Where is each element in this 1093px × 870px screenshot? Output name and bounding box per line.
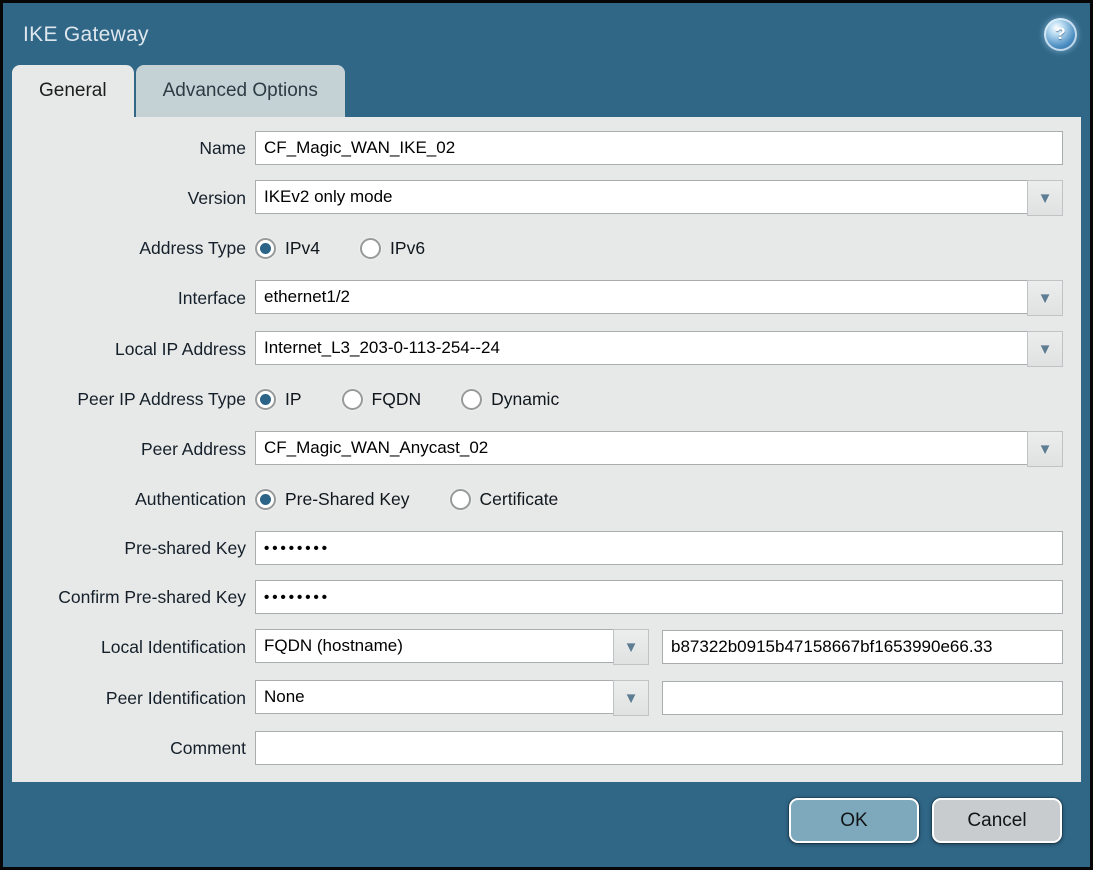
pre-shared-key-row: Pre-shared Key	[12, 531, 1063, 565]
name-label: Name	[12, 138, 246, 159]
interface-input[interactable]	[255, 280, 1028, 314]
version-input[interactable]	[255, 180, 1028, 214]
dialog-title: IKE Gateway	[23, 21, 149, 47]
ike-gateway-dialog: IKE Gateway ? General Advanced Options N…	[0, 0, 1093, 870]
comment-input[interactable]	[255, 731, 1063, 765]
radio-certificate-label: Certificate	[480, 489, 559, 510]
radio-ipv6-circle	[360, 238, 381, 259]
interface-label: Interface	[12, 288, 246, 309]
general-tab-panel: Name Version ▼ Address Type	[12, 117, 1081, 782]
radio-ipv6-label: IPv6	[390, 238, 425, 259]
peer-address-row: Peer Address ▼	[12, 431, 1063, 467]
local-ip-address-row: Local IP Address ▼	[12, 331, 1063, 367]
authentication-radio-group: Pre-Shared Key Certificate	[255, 489, 1063, 510]
chevron-down-icon: ▼	[1038, 291, 1053, 306]
peer-identification-type-dropdown: ▼	[255, 680, 649, 716]
radio-dynamic-circle	[461, 389, 482, 410]
radio-ipv4-circle	[255, 238, 276, 259]
local-ip-address-dropdown-button[interactable]: ▼	[1027, 331, 1063, 367]
version-dropdown-button[interactable]: ▼	[1027, 180, 1063, 216]
confirm-pre-shared-key-label: Confirm Pre-shared Key	[12, 587, 246, 608]
radio-ipv4[interactable]: IPv4	[255, 238, 320, 259]
address-type-radio-group: IPv4 IPv6	[255, 238, 1063, 259]
peer-identification-row: Peer Identification ▼	[12, 680, 1063, 716]
comment-row: Comment	[12, 731, 1063, 765]
authentication-row: Authentication Pre-Shared Key Certificat…	[12, 482, 1063, 516]
address-type-label: Address Type	[12, 238, 246, 259]
local-identification-dropdown-button[interactable]: ▼	[613, 629, 649, 665]
peer-ip-address-type-radio-group: IP FQDN Dynamic	[255, 389, 1063, 410]
radio-certificate-circle	[450, 489, 471, 510]
confirm-pre-shared-key-row: Confirm Pre-shared Key	[12, 580, 1063, 614]
name-input[interactable]	[255, 131, 1063, 165]
radio-ipv4-label: IPv4	[285, 238, 320, 259]
local-ip-address-label: Local IP Address	[12, 339, 246, 360]
version-row: Version ▼	[12, 180, 1063, 216]
radio-fqdn[interactable]: FQDN	[342, 389, 422, 410]
local-identification-label: Local Identification	[12, 637, 246, 658]
dialog-footer: OK Cancel	[3, 782, 1090, 867]
pre-shared-key-label: Pre-shared Key	[12, 538, 246, 559]
radio-fqdn-circle	[342, 389, 363, 410]
pre-shared-key-input[interactable]	[255, 531, 1063, 565]
peer-identification-label: Peer Identification	[12, 688, 246, 709]
radio-fqdn-label: FQDN	[372, 389, 422, 410]
radio-pre-shared-key-circle	[255, 489, 276, 510]
radio-pre-shared-key[interactable]: Pre-Shared Key	[255, 489, 410, 510]
peer-identification-value-input[interactable]	[662, 681, 1063, 715]
ok-button[interactable]: OK	[789, 798, 919, 843]
peer-address-input[interactable]	[255, 431, 1028, 465]
chevron-down-icon: ▼	[1038, 191, 1053, 206]
cancel-button[interactable]: Cancel	[932, 798, 1062, 843]
tab-general[interactable]: General	[12, 65, 134, 117]
chevron-down-icon: ▼	[1038, 442, 1053, 457]
name-row: Name	[12, 131, 1063, 165]
tab-advanced-options-label: Advanced Options	[163, 80, 318, 102]
radio-ipv6[interactable]: IPv6	[360, 238, 425, 259]
radio-dynamic-label: Dynamic	[491, 389, 559, 410]
address-type-row: Address Type IPv4 IPv6	[12, 231, 1063, 265]
peer-address-dropdown-button[interactable]: ▼	[1027, 431, 1063, 467]
help-icon-glyph: ?	[1055, 24, 1065, 44]
chevron-down-icon: ▼	[624, 640, 639, 655]
help-icon[interactable]: ?	[1044, 18, 1077, 51]
peer-identification-dropdown-button[interactable]: ▼	[613, 680, 649, 716]
peer-address-dropdown: ▼	[255, 431, 1063, 467]
peer-identification-type-input[interactable]	[255, 680, 614, 714]
tab-bar: General Advanced Options	[3, 65, 1090, 117]
peer-ip-address-type-label: Peer IP Address Type	[12, 389, 246, 410]
titlebar: IKE Gateway ?	[3, 3, 1090, 65]
local-identification-value-input[interactable]	[662, 630, 1063, 664]
comment-label: Comment	[12, 738, 246, 759]
radio-ip[interactable]: IP	[255, 389, 302, 410]
local-identification-row: Local Identification ▼	[12, 629, 1063, 665]
authentication-label: Authentication	[12, 489, 246, 510]
interface-dropdown: ▼	[255, 280, 1063, 316]
local-identification-type-input[interactable]	[255, 629, 614, 663]
peer-address-label: Peer Address	[12, 439, 246, 460]
radio-pre-shared-key-label: Pre-Shared Key	[285, 489, 410, 510]
peer-ip-address-type-row: Peer IP Address Type IP FQDN Dynamic	[12, 382, 1063, 416]
radio-ip-label: IP	[285, 389, 302, 410]
interface-dropdown-button[interactable]: ▼	[1027, 280, 1063, 316]
local-ip-address-input[interactable]	[255, 331, 1028, 365]
tab-advanced-options[interactable]: Advanced Options	[136, 65, 345, 117]
radio-ip-circle	[255, 389, 276, 410]
version-dropdown: ▼	[255, 180, 1063, 216]
interface-row: Interface ▼	[12, 280, 1063, 316]
tab-general-label: General	[39, 80, 107, 102]
chevron-down-icon: ▼	[624, 691, 639, 706]
local-identification-type-dropdown: ▼	[255, 629, 649, 665]
confirm-pre-shared-key-input[interactable]	[255, 580, 1063, 614]
radio-certificate[interactable]: Certificate	[450, 489, 559, 510]
local-ip-address-dropdown: ▼	[255, 331, 1063, 367]
version-label: Version	[12, 188, 246, 209]
radio-dynamic[interactable]: Dynamic	[461, 389, 559, 410]
chevron-down-icon: ▼	[1038, 342, 1053, 357]
